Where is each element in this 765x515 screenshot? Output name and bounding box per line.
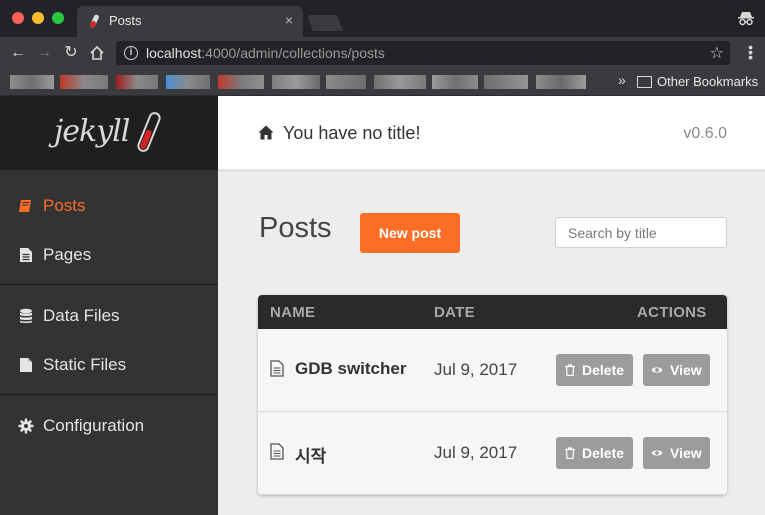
- view-button[interactable]: View: [643, 354, 710, 386]
- site-title: You have no title!: [283, 123, 421, 143]
- sidebar-item-label: Pages: [43, 245, 92, 264]
- maximize-window-button[interactable]: [52, 12, 64, 24]
- sidebar-item-data-files[interactable]: Data Files: [0, 296, 218, 336]
- logo-text: jekyll: [54, 114, 130, 149]
- post-date: Jul 9, 2017: [434, 443, 518, 462]
- jekyll-test-tube-icon: [90, 14, 99, 28]
- table-header: NAME DATE ACTIONS: [258, 295, 727, 329]
- bookmark-item[interactable]: [484, 75, 528, 89]
- post-date: Jul 9, 2017: [434, 360, 518, 379]
- sidebar-divider: [0, 284, 218, 285]
- search-input[interactable]: [555, 217, 727, 248]
- bookmark-item[interactable]: [60, 75, 108, 89]
- eye-icon: [651, 450, 663, 456]
- info-icon[interactable]: i: [124, 46, 138, 60]
- browser-tab[interactable]: Posts ×: [77, 6, 303, 37]
- bookmarks-bar: » Other Bookmarks: [0, 69, 765, 96]
- more-bookmarks-icon[interactable]: »: [618, 72, 626, 88]
- gear-icon: [18, 418, 34, 434]
- address-bar[interactable]: i localhost:4000/admin/collections/posts…: [116, 41, 730, 65]
- url-host: localhost: [146, 45, 202, 61]
- page-header: You have no title! v0.6.0: [218, 96, 765, 172]
- sidebar-item-pages[interactable]: Pages: [0, 235, 218, 275]
- bookmark-item[interactable]: [116, 75, 158, 89]
- file-text-icon: [270, 360, 284, 377]
- url-path: :4000/admin/collections/posts: [201, 45, 385, 61]
- bookmark-item[interactable]: [218, 75, 264, 89]
- delete-label: Delete: [582, 362, 625, 378]
- book-icon: [19, 200, 31, 212]
- delete-label: Delete: [582, 445, 625, 461]
- trash-icon: [565, 364, 575, 376]
- view-label: View: [670, 362, 702, 378]
- posts-table: NAME DATE ACTIONS GDB switcher Jul 9, 20…: [258, 295, 727, 495]
- database-icon: [20, 308, 32, 323]
- browser-tab-bar: Posts ×: [0, 0, 765, 37]
- other-bookmarks-link[interactable]: Other Bookmarks: [657, 74, 758, 89]
- new-post-button[interactable]: New post: [360, 213, 460, 253]
- delete-button[interactable]: Delete: [556, 354, 633, 386]
- table-row: 시작 Jul 9, 2017 Delete View: [258, 412, 727, 495]
- bookmark-item[interactable]: [374, 75, 426, 89]
- reload-icon[interactable]: ↻: [61, 43, 81, 63]
- file-text-icon: [20, 248, 32, 262]
- bookmark-item[interactable]: [432, 75, 478, 89]
- bookmark-item[interactable]: [536, 75, 586, 89]
- sidebar-item-label: Configuration: [43, 416, 145, 435]
- home-icon: [258, 125, 274, 140]
- view-label: View: [670, 445, 702, 461]
- folder-icon: [637, 76, 652, 88]
- table-row: GDB switcher Jul 9, 2017 Delete View: [258, 329, 727, 412]
- sidebar-divider: [0, 394, 218, 395]
- browser-menu-icon[interactable]: • • •: [748, 40, 753, 64]
- view-button[interactable]: View: [643, 437, 710, 469]
- close-window-button[interactable]: [12, 12, 24, 24]
- back-arrow-icon[interactable]: ←: [8, 43, 28, 63]
- bookmark-item[interactable]: [166, 75, 210, 89]
- jekyll-logo[interactable]: jekyll: [0, 96, 218, 170]
- sidebar-item-label: Data Files: [43, 306, 120, 325]
- sidebar-item-static-files[interactable]: Static Files: [0, 345, 218, 385]
- page-title: Posts: [259, 212, 332, 244]
- column-header-name: NAME: [270, 304, 316, 321]
- test-tube-icon: [137, 112, 161, 152]
- tab-title: Posts: [109, 13, 142, 28]
- sidebar-item-label: Static Files: [43, 355, 127, 374]
- browser-toolbar: ← → ↻ i localhost:4000/admin/collections…: [0, 37, 765, 69]
- incognito-icon: [738, 12, 754, 26]
- bookmark-item[interactable]: [326, 75, 366, 89]
- version-label: v0.6.0: [683, 125, 727, 142]
- bookmark-item[interactable]: [272, 75, 320, 89]
- bookmark-star-icon[interactable]: ☆: [710, 43, 724, 63]
- eye-icon: [651, 367, 663, 373]
- sidebar: jekyll Posts Pages Data Files Static Fil…: [0, 96, 218, 515]
- minimize-window-button[interactable]: [32, 12, 44, 24]
- trash-icon: [565, 447, 575, 459]
- new-tab-button[interactable]: [307, 15, 343, 31]
- app-window: Posts × ← → ↻ i localhost:4000/admin/col…: [0, 0, 765, 515]
- post-title-link[interactable]: 시작: [295, 442, 326, 467]
- sidebar-item-posts[interactable]: Posts: [0, 186, 218, 226]
- forward-arrow-icon[interactable]: →: [34, 43, 54, 63]
- post-title-link[interactable]: GDB switcher: [295, 359, 406, 379]
- url-text: localhost:4000/admin/collections/posts: [146, 45, 385, 61]
- column-header-actions: ACTIONS: [637, 304, 707, 321]
- column-header-date: DATE: [434, 304, 475, 321]
- home-icon[interactable]: [89, 45, 105, 61]
- tab-close-icon[interactable]: ×: [285, 12, 293, 28]
- file-text-icon: [270, 443, 284, 460]
- delete-button[interactable]: Delete: [556, 437, 633, 469]
- bookmark-item[interactable]: [10, 75, 54, 89]
- sidebar-item-label: Posts: [43, 196, 86, 215]
- sidebar-item-configuration[interactable]: Configuration: [0, 406, 218, 446]
- file-icon: [20, 358, 32, 372]
